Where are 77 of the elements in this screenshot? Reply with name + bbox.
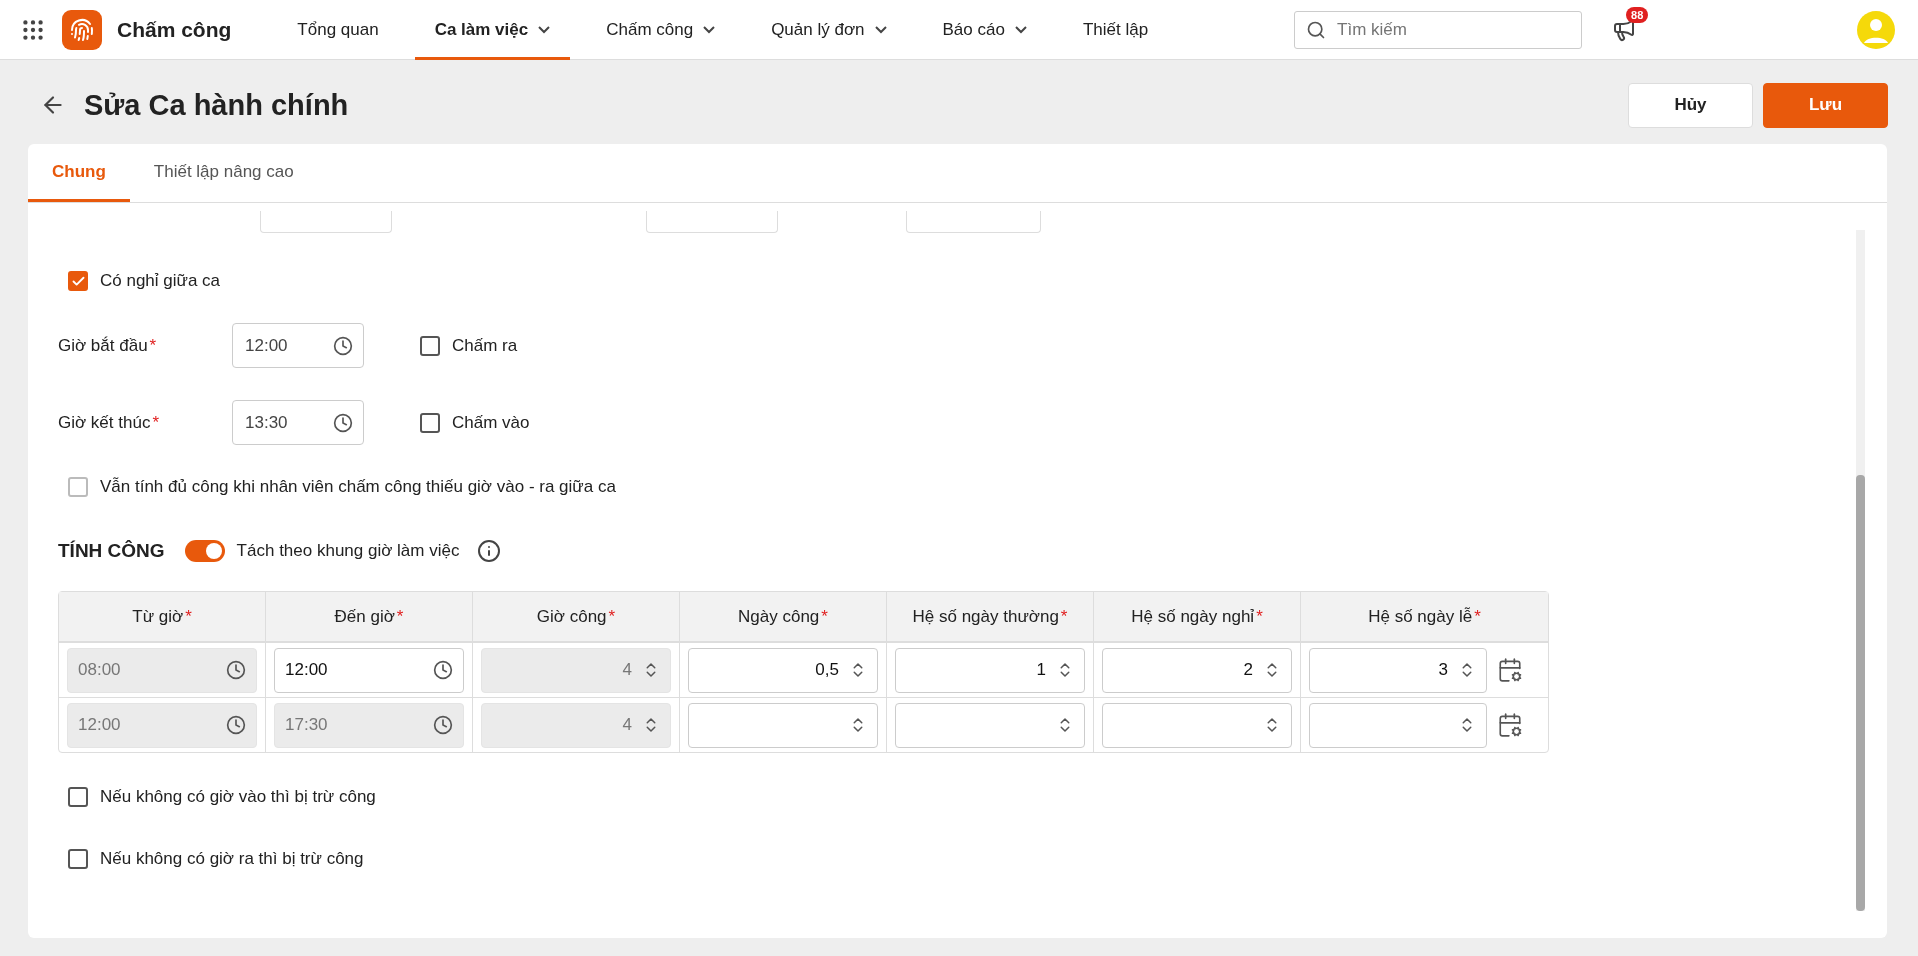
app-title: Chấm công: [117, 17, 232, 42]
section-title: TÍNH CÔNG: [58, 540, 165, 562]
time-field[interactable]: 12:00: [232, 323, 364, 368]
clock-icon: [333, 412, 353, 433]
column-header: Giờ công: [536, 606, 607, 627]
clock-icon: [226, 715, 246, 735]
app-logo: [62, 9, 102, 50]
chevron-down-icon: [538, 25, 551, 34]
nav-item[interactable]: Báo cáo: [922, 0, 1047, 60]
tab[interactable]: Thiết lập nâng cao: [129, 144, 318, 202]
checkbox[interactable]: [68, 849, 88, 869]
checkbox[interactable]: [420, 335, 440, 356]
required-asterisk: *: [1474, 606, 1481, 627]
checkbox[interactable]: [68, 271, 88, 291]
time-field[interactable]: 13:30: [232, 400, 364, 445]
required-asterisk: *: [1060, 606, 1068, 627]
field-label: Giờ kết thúc: [58, 412, 151, 433]
column-header: Hệ số ngày thường: [912, 606, 1059, 627]
column-header: Hệ số ngày nghỉ: [1131, 606, 1255, 627]
checkbox-label: Chấm vào: [452, 412, 530, 433]
calendar-settings-icon[interactable]: [1497, 712, 1523, 738]
chevron-down-icon: [1014, 25, 1027, 34]
chevron-down-icon: [874, 25, 887, 34]
calendar-settings-icon[interactable]: [1497, 657, 1523, 683]
clock-icon: [333, 335, 353, 356]
nav-item[interactable]: Thiết lập: [1062, 0, 1169, 60]
nav-item[interactable]: Ca làm việc: [414, 0, 571, 60]
number-field[interactable]: 2: [1102, 647, 1292, 693]
number-field[interactable]: [688, 702, 878, 748]
required-asterisk: *: [152, 412, 160, 433]
field-label: Giờ bắt đầu: [58, 335, 148, 356]
toggle-label: Tách theo khung giờ làm việc: [236, 541, 460, 561]
number-field[interactable]: 0,5: [688, 647, 878, 693]
input-field[interactable]: [260, 211, 392, 233]
checkbox-label: Chấm ra: [452, 335, 518, 356]
checkbox-label: Nếu không có giờ ra thì bị trừ công: [100, 849, 364, 869]
required-asterisk: *: [821, 606, 828, 627]
chevron-down-icon: [703, 25, 716, 34]
search-icon: [1306, 19, 1327, 40]
column-header: Ngày công: [738, 606, 820, 627]
checkbox[interactable]: [68, 787, 88, 807]
column-header: Đến giờ: [334, 606, 395, 627]
checkbox[interactable]: [68, 477, 88, 497]
save-button[interactable]: Lưu: [1763, 82, 1888, 128]
checkbox-label: Nếu không có giờ vào thì bị trừ công: [100, 787, 376, 807]
info-icon[interactable]: [477, 539, 502, 563]
tab[interactable]: Chung: [28, 144, 130, 202]
nav-item[interactable]: Chấm công: [586, 0, 736, 60]
column-header: Từ giờ: [132, 606, 184, 627]
checkbox-label: Vẫn tính đủ công khi nhân viên chấm công thiếu giờ vào - ra giữa ca: [100, 477, 616, 497]
number-field[interactable]: 1: [895, 647, 1085, 693]
nav-item[interactable]: Tổng quan: [277, 0, 399, 60]
required-asterisk: *: [149, 335, 157, 356]
clock-icon: [433, 715, 453, 735]
required-asterisk: *: [1256, 606, 1263, 627]
input-field[interactable]: [906, 211, 1041, 233]
nav-item[interactable]: Quản lý đơn: [751, 0, 907, 60]
search-field[interactable]: Tìm kiếm: [1294, 10, 1583, 49]
input-field[interactable]: [646, 211, 778, 233]
column-header: Hệ số ngày lễ: [1368, 606, 1473, 627]
clock-icon: [433, 660, 453, 680]
required-asterisk: *: [185, 606, 192, 627]
clock-icon: [226, 660, 246, 680]
number-field[interactable]: [1309, 702, 1487, 748]
number-field[interactable]: 3: [1309, 647, 1487, 693]
checkbox[interactable]: [420, 412, 440, 433]
cancel-button[interactable]: Hủy: [1628, 82, 1753, 128]
required-asterisk: *: [396, 606, 404, 627]
checkbox-label: Có nghỉ giữa ca: [100, 271, 221, 291]
notification-badge: 88: [1626, 6, 1649, 23]
toggle-switch[interactable]: [184, 540, 225, 562]
scrollbar[interactable]: [1856, 230, 1865, 911]
required-asterisk: *: [608, 606, 616, 627]
time-field[interactable]: 12:00: [274, 647, 464, 693]
number-field[interactable]: [895, 702, 1085, 748]
number-field[interactable]: [1102, 702, 1292, 748]
page-title: Sửa Ca hành chính: [84, 88, 349, 122]
